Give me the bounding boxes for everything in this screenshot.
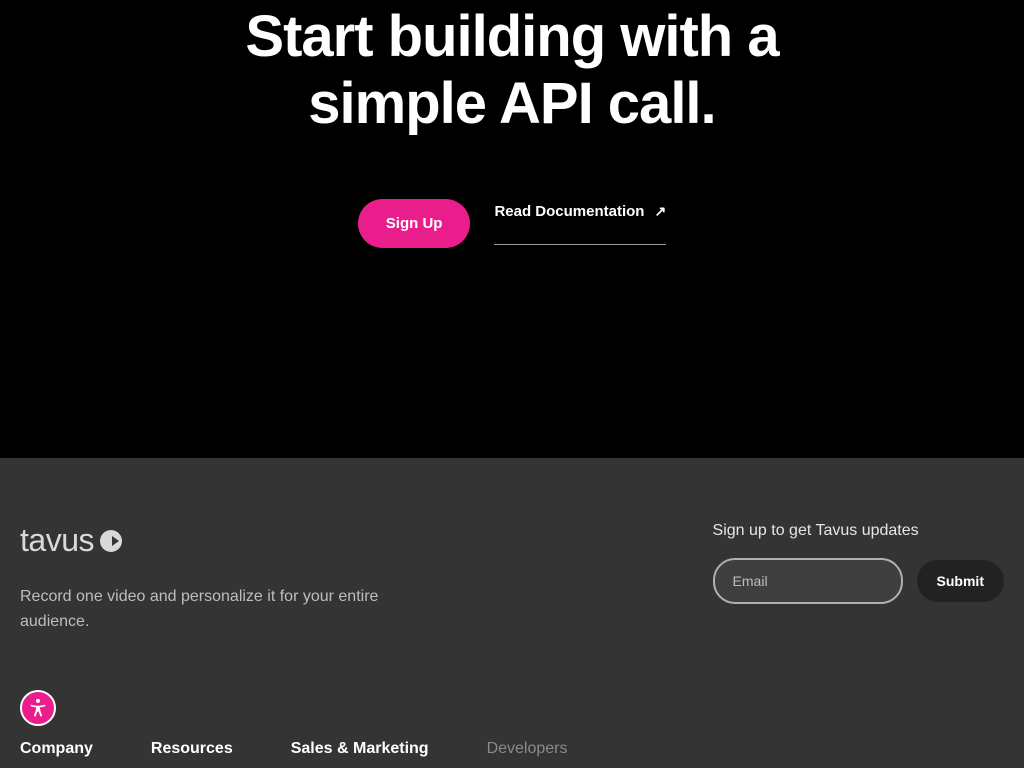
nav-sales-marketing[interactable]: Sales & Marketing	[291, 740, 429, 758]
submit-button[interactable]: Submit	[917, 560, 1004, 602]
hero-heading-line2: simple API call.	[308, 71, 715, 136]
newsletter-form: Submit	[713, 558, 1004, 604]
footer: tavus Record one video and personalize i…	[0, 458, 1024, 768]
link-underline	[494, 244, 666, 245]
signup-button[interactable]: Sign Up	[358, 199, 471, 248]
tagline: Record one video and personalize it for …	[20, 585, 380, 635]
logo-text: tavus	[20, 522, 94, 559]
nav-resources[interactable]: Resources	[151, 740, 233, 758]
read-documentation-link[interactable]: Read Documentation ↗	[494, 203, 666, 245]
hero-section: Start building with a simple API call. S…	[0, 0, 1024, 458]
read-documentation-label: Read Documentation	[494, 203, 644, 220]
hero-heading: Start building with a simple API call.	[245, 4, 778, 137]
footer-left: tavus Record one video and personalize i…	[20, 522, 380, 635]
footer-top: tavus Record one video and personalize i…	[20, 522, 1004, 635]
logo[interactable]: tavus	[20, 522, 380, 559]
footer-nav: Company Resources Sales & Marketing Deve…	[20, 740, 568, 758]
newsletter-label: Sign up to get Tavus updates	[713, 522, 1004, 540]
cta-row: Sign Up Read Documentation ↗	[358, 199, 666, 248]
hero-heading-line1: Start building with a	[245, 4, 778, 69]
footer-right: Sign up to get Tavus updates Submit	[713, 522, 1004, 604]
arrow-up-right-icon: ↗	[654, 203, 666, 220]
accessibility-button[interactable]	[20, 690, 56, 726]
accessibility-icon	[27, 697, 49, 719]
nav-developers[interactable]: Developers	[487, 740, 568, 758]
email-field[interactable]	[713, 558, 903, 604]
logo-play-icon	[100, 530, 122, 552]
nav-company[interactable]: Company	[20, 740, 93, 758]
